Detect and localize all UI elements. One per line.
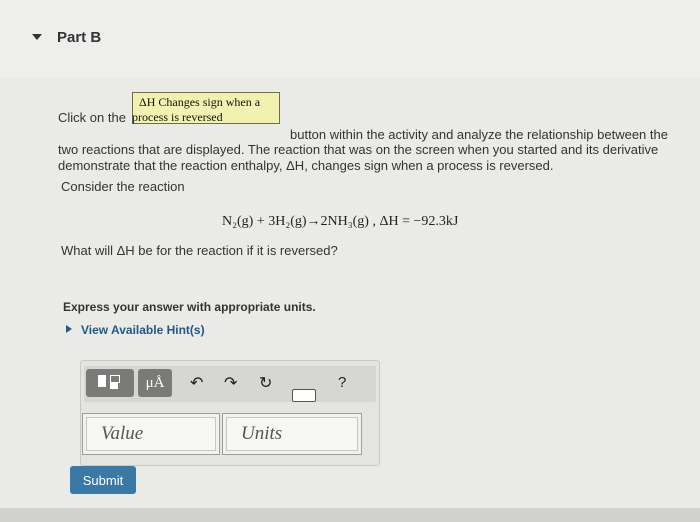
activity-button-line1: ΔH Changes sign when a [139,95,261,109]
submit-button[interactable]: Submit [70,466,136,494]
activity-button-line2[interactable]: process is reversed [132,110,223,125]
hint-caret-icon[interactable] [66,325,72,333]
express-instruction: Express your answer with appropriate uni… [63,300,316,314]
instructions-before: Click on the [58,110,126,125]
question-text: What will ΔH be for the reaction if it i… [61,243,338,258]
instructions-line2: two reactions that are displayed. The re… [58,142,659,157]
view-hints-link[interactable]: View Available Hint(s) [81,323,205,337]
redo-icon[interactable]: ↷ [224,373,237,393]
undo-icon[interactable]: ↶ [190,373,203,393]
reset-icon[interactable]: ↻ [259,373,272,393]
collapse-caret-icon[interactable] [32,34,42,40]
instructions-line3: demonstrate that the reaction enthalpy, … [58,158,554,173]
value-field[interactable] [82,413,220,455]
part-title: Part B [57,29,102,46]
instructions-after: button within the activity and analyze t… [290,127,668,142]
units-symbols-button[interactable]: μÅ [138,369,172,397]
part-header[interactable]: Part B [0,0,700,78]
templates-icon[interactable] [86,369,134,397]
reaction-equation: N₂(g) + 3H₂(g)→2NH₃(g) , ΔH = −92.3kJ [222,214,459,229]
bottom-strip [0,508,700,522]
units-field[interactable] [222,413,362,455]
units-input[interactable] [226,417,358,451]
value-input[interactable] [86,417,216,451]
keyboard-icon[interactable] [292,389,316,402]
consider-text: Consider the reaction [61,179,185,194]
help-icon[interactable]: ? [338,374,346,391]
